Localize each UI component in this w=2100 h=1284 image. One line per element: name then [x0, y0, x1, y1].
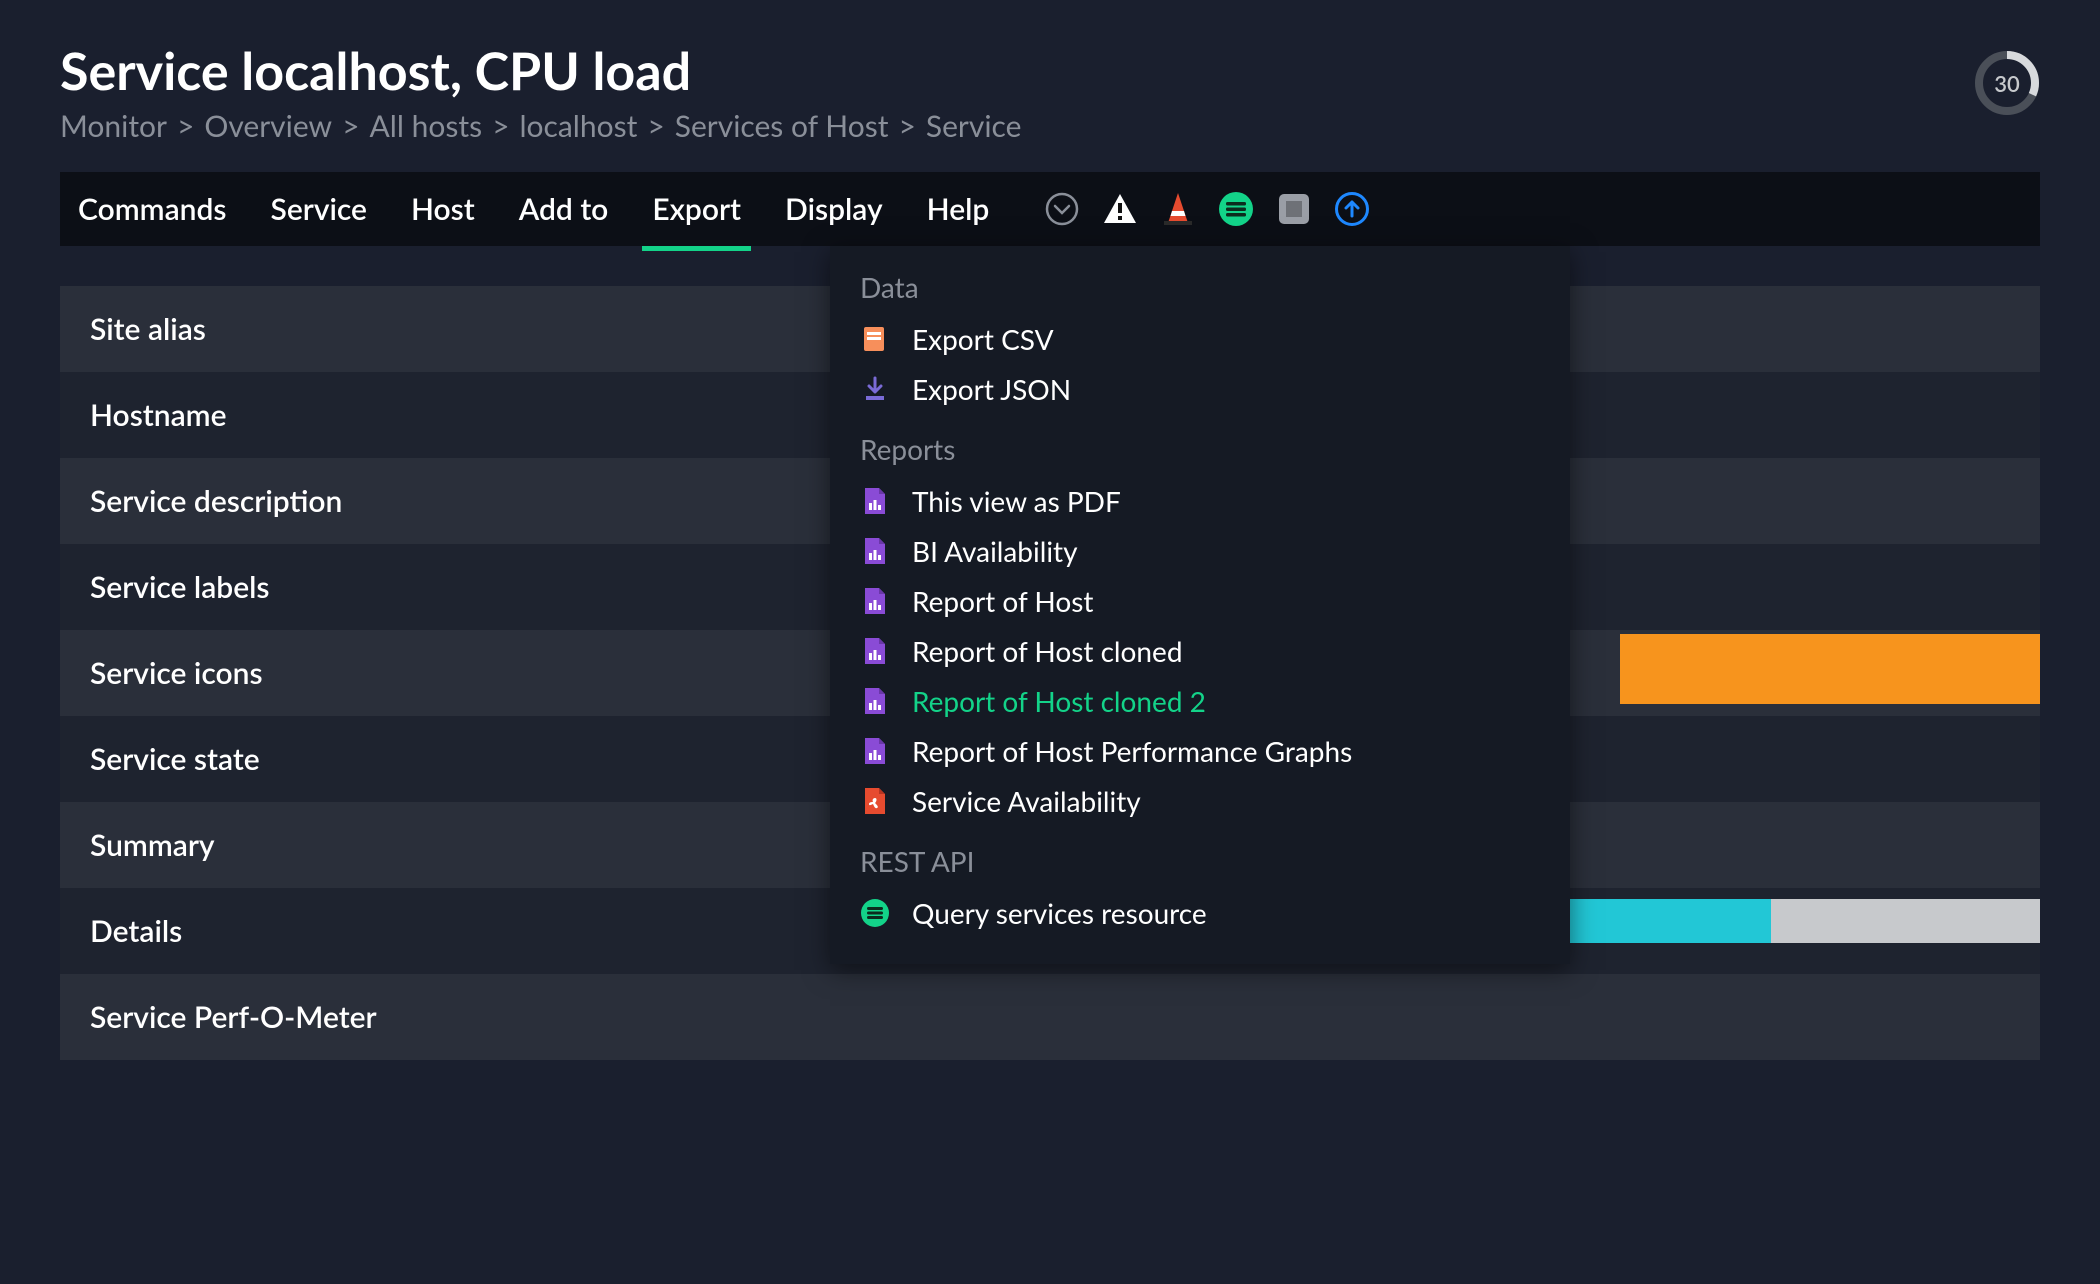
- dropdown-item-report-of-host-cloned-2[interactable]: Report of Host cloned 2: [860, 676, 1540, 726]
- dropdown-item-export-csv[interactable]: Export CSV: [860, 314, 1540, 364]
- breadcrumb-item[interactable]: All hosts: [369, 108, 482, 144]
- rest-api-green-icon: [860, 898, 890, 928]
- menu-help[interactable]: Help: [927, 173, 990, 245]
- export-dropdown: Data Export CSV Export JSON Reports This…: [830, 246, 1570, 964]
- export-csv-icon: [860, 324, 890, 354]
- dropdown-item-report-of-host[interactable]: Report of Host: [860, 576, 1540, 626]
- dropdown-item-label: Export CSV: [912, 322, 1054, 356]
- breadcrumb: Monitor > Overview > All hosts > localho…: [60, 108, 1974, 144]
- dropdown-item-label: Report of Host cloned: [912, 634, 1183, 668]
- dropdown-item-export-json[interactable]: Export JSON: [860, 364, 1540, 414]
- dropdown-item-label: Query services resource: [912, 896, 1207, 930]
- dropdown-item-bi-availability[interactable]: BI Availability: [860, 526, 1540, 576]
- page-header: Service localhost, CPU load Monitor > Ov…: [60, 40, 2040, 144]
- dropdown-item-report-of-host-perf-graphs[interactable]: Report of Host Performance Graphs: [860, 726, 1540, 776]
- menu-service[interactable]: Service: [271, 173, 367, 245]
- traffic-cone-icon[interactable]: [1159, 190, 1197, 228]
- warning-triangle-icon[interactable]: [1101, 190, 1139, 228]
- dropdown-item-label: Report of Host Performance Graphs: [912, 734, 1352, 768]
- dropdown-item-label: BI Availability: [912, 534, 1078, 568]
- dropdown-item-label: This view as PDF: [912, 484, 1121, 518]
- report-purple-icon: [860, 636, 890, 666]
- upload-circle-icon[interactable]: [1333, 190, 1371, 228]
- dropdown-item-label: Service Availability: [912, 784, 1141, 818]
- menu-export[interactable]: Export: [652, 173, 741, 245]
- chevron-down-circle-icon[interactable]: [1043, 190, 1081, 228]
- breadcrumb-item[interactable]: Overview: [204, 108, 332, 144]
- menu-add-to[interactable]: Add to: [519, 173, 609, 245]
- dropdown-item-label: Export JSON: [912, 372, 1071, 406]
- row-label: Service labels: [90, 569, 270, 605]
- stop-square-icon[interactable]: [1275, 190, 1313, 228]
- rest-api-green-icon[interactable]: [1217, 190, 1255, 228]
- dropdown-item-service-availability[interactable]: Service Availability: [860, 776, 1540, 826]
- report-purple-icon: [860, 586, 890, 616]
- dropdown-item-label: Report of Host cloned 2: [912, 684, 1206, 718]
- table-row: Service Perf-O-Meter: [60, 974, 2040, 1060]
- row-label: Service description: [90, 483, 342, 519]
- refresh-seconds: 30: [1974, 50, 2040, 116]
- row-label: Service icons: [90, 655, 263, 691]
- report-purple-icon: [860, 486, 890, 516]
- row-label: Details: [90, 913, 182, 949]
- perf-o-meter: [1550, 899, 2040, 943]
- menu-host[interactable]: Host: [411, 173, 475, 245]
- dropdown-item-report-of-host-cloned[interactable]: Report of Host cloned: [860, 626, 1540, 676]
- menu-display[interactable]: Display: [785, 173, 883, 245]
- dropdown-section-title: Data: [860, 270, 1540, 304]
- breadcrumb-item[interactable]: Service: [926, 108, 1022, 144]
- export-json-icon: [860, 374, 890, 404]
- breadcrumb-item[interactable]: Monitor: [60, 108, 167, 144]
- page-title: Service localhost, CPU load: [60, 40, 1974, 102]
- report-purple-icon: [860, 686, 890, 716]
- perf-o-meter-fill: [1550, 899, 1771, 943]
- row-label: Site alias: [90, 311, 206, 347]
- menubar: Commands Service Host Add to Export Disp…: [60, 172, 2040, 246]
- breadcrumb-item[interactable]: localhost: [519, 108, 637, 144]
- pdf-red-icon: [860, 786, 890, 816]
- service-state-badge: [1620, 634, 2040, 704]
- dropdown-item-label: Report of Host: [912, 584, 1093, 618]
- refresh-countdown[interactable]: 30: [1974, 50, 2040, 116]
- dropdown-section-title: Reports: [860, 432, 1540, 466]
- dropdown-item-query-services-resource[interactable]: Query services resource: [860, 888, 1540, 938]
- dropdown-item-view-as-pdf[interactable]: This view as PDF: [860, 476, 1540, 526]
- breadcrumb-item[interactable]: Services of Host: [675, 108, 889, 144]
- report-purple-icon: [860, 536, 890, 566]
- row-label: Service Perf-O-Meter: [90, 999, 377, 1035]
- row-label: Summary: [90, 827, 215, 863]
- report-purple-icon: [860, 736, 890, 766]
- menu-commands[interactable]: Commands: [78, 173, 227, 245]
- row-label: Service state: [90, 741, 260, 777]
- dropdown-section-title: REST API: [860, 844, 1540, 878]
- row-label: Hostname: [90, 397, 227, 433]
